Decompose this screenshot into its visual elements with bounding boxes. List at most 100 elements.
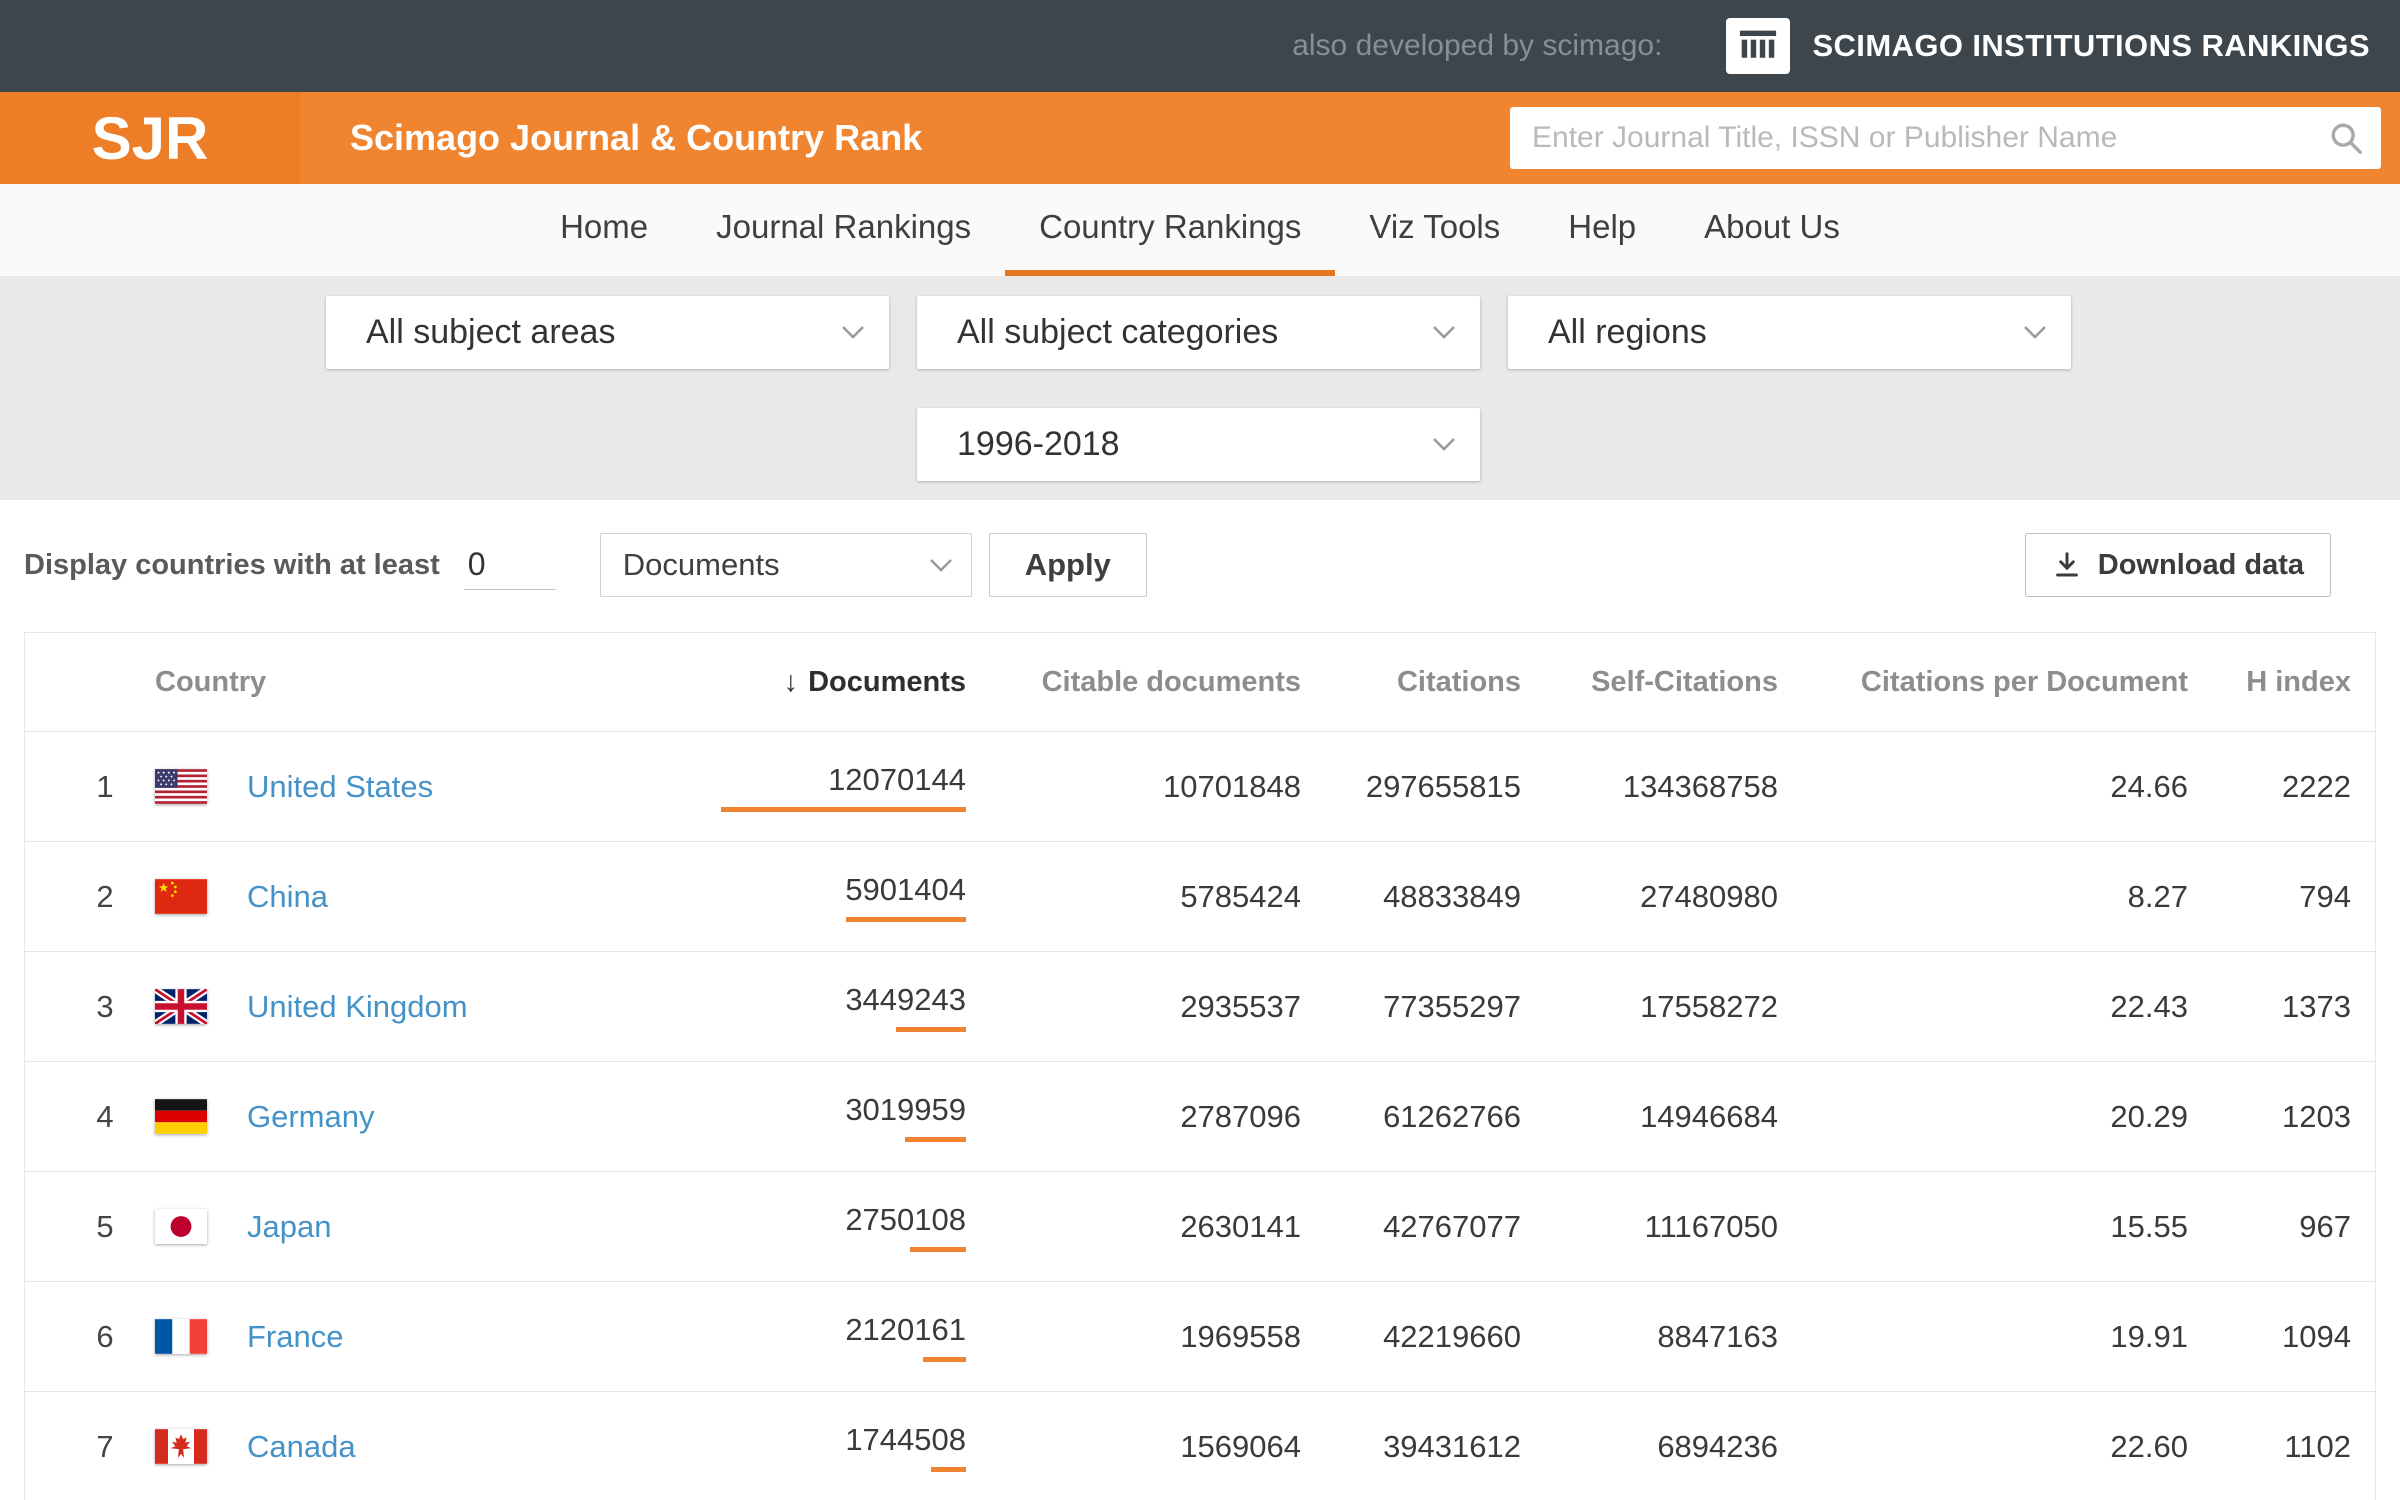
apply-button[interactable]: Apply (989, 533, 1147, 597)
column-header-citations[interactable]: Citations (1301, 666, 1521, 699)
citations-per-document-value: 8.27 (1778, 879, 2188, 915)
table-row: 1 United States 12070144 10701848 297655… (25, 732, 2375, 842)
regions-dropdown[interactable]: All regions (1508, 296, 2071, 369)
table-row: 2 China 5901404 5785424 48833849 2748098… (25, 842, 2375, 952)
country-link[interactable]: Canada (247, 1429, 356, 1464)
citations-per-document-value: 20.29 (1778, 1099, 2188, 1135)
citable-documents-value: 10701848 (966, 769, 1301, 805)
h-index-value: 1094 (2188, 1319, 2375, 1355)
documents-value: 5901404 (845, 872, 966, 908)
self-citations-value: 134368758 (1521, 769, 1778, 805)
country-link[interactable]: Germany (247, 1099, 374, 1134)
country-flag-icon (155, 1319, 247, 1354)
rank-cell: 7 (25, 1429, 155, 1465)
subject-categories-dropdown[interactable]: All subject categories (917, 296, 1480, 369)
table-row: 3 United Kingdom 3449243 2935537 7735529… (25, 952, 2375, 1062)
download-data-label: Download data (2098, 549, 2304, 582)
column-header-documents[interactable]: ↓ Documents (567, 666, 966, 699)
chevron-down-icon (1432, 437, 1456, 452)
rank-cell: 1 (25, 769, 155, 805)
country-flag-icon (155, 1209, 247, 1244)
country-link[interactable]: China (247, 879, 328, 914)
rank-cell: 4 (25, 1099, 155, 1135)
column-header-country[interactable]: Country (155, 666, 567, 699)
documents-bar (931, 1467, 966, 1472)
site-title: Scimago Journal & Country Rank (350, 117, 922, 159)
column-header-h-index[interactable]: H index (2188, 666, 2375, 699)
year-range-dropdown[interactable]: 1996-2018 (917, 408, 1480, 481)
citable-documents-value: 2787096 (966, 1099, 1301, 1135)
institution-columns-icon (1726, 18, 1790, 74)
rank-cell: 5 (25, 1209, 155, 1245)
rank-cell: 2 (25, 879, 155, 915)
h-index-value: 1203 (2188, 1099, 2375, 1135)
metric-select[interactable]: Documents (600, 533, 972, 597)
documents-value: 3019959 (845, 1092, 966, 1128)
documents-bar (721, 807, 966, 812)
sjr-logo[interactable]: SJR (0, 92, 300, 184)
country-rankings-table: Country ↓ Documents Citable documents Ci… (24, 632, 2376, 1500)
documents-value: 1744508 (845, 1422, 966, 1458)
column-header-citations-per-document[interactable]: Citations per Document (1778, 666, 2188, 699)
citations-per-document-value: 22.60 (1778, 1429, 2188, 1465)
h-index-value: 1102 (2188, 1429, 2375, 1465)
citable-documents-value: 1569064 (966, 1429, 1301, 1465)
column-header-citable-documents[interactable]: Citable documents (966, 666, 1301, 699)
display-countries-label: Display countries with at least (24, 549, 440, 582)
nav-about-us[interactable]: About Us (1670, 184, 1874, 276)
citations-value: 48833849 (1301, 879, 1521, 915)
citations-per-document-value: 24.66 (1778, 769, 2188, 805)
self-citations-value: 11167050 (1521, 1209, 1778, 1245)
table-row: 4 Germany 3019959 2787096 61262766 14946… (25, 1062, 2375, 1172)
download-icon (2052, 550, 2082, 580)
citations-per-document-value: 15.55 (1778, 1209, 2188, 1245)
documents-value: 2120161 (845, 1312, 966, 1348)
documents-bar (846, 917, 966, 922)
citations-value: 42219660 (1301, 1319, 1521, 1355)
citations-value: 39431612 (1301, 1429, 1521, 1465)
nav-country-rankings[interactable]: Country Rankings (1005, 184, 1335, 276)
table-header-row: Country ↓ Documents Citable documents Ci… (25, 633, 2375, 732)
citations-value: 297655815 (1301, 769, 1521, 805)
self-citations-value: 14946684 (1521, 1099, 1778, 1135)
country-flag-icon (155, 769, 247, 804)
table-row: 6 France 2120161 1969558 42219660 884716… (25, 1282, 2375, 1392)
nav-home[interactable]: Home (526, 184, 682, 276)
citable-documents-value: 2935537 (966, 989, 1301, 1025)
self-citations-value: 8847163 (1521, 1319, 1778, 1355)
country-flag-icon (155, 879, 247, 914)
h-index-value: 1373 (2188, 989, 2375, 1025)
subject-areas-dropdown[interactable]: All subject areas (326, 296, 889, 369)
download-data-button[interactable]: Download data (2025, 533, 2331, 597)
chevron-down-icon (841, 325, 865, 340)
h-index-value: 2222 (2188, 769, 2375, 805)
column-header-self-citations[interactable]: Self-Citations (1521, 666, 1778, 699)
chevron-down-icon (2023, 325, 2047, 340)
subject-categories-value: All subject categories (957, 313, 1278, 352)
citations-value: 77355297 (1301, 989, 1521, 1025)
journal-search-input[interactable] (1532, 121, 2329, 155)
country-link[interactable]: Japan (247, 1209, 331, 1244)
country-flag-icon (155, 1099, 247, 1134)
scimago-institutions-rankings-link[interactable]: SCIMAGO INSTITUTIONS RANKINGS (1718, 0, 2400, 92)
search-icon[interactable] (2329, 121, 2363, 155)
country-link[interactable]: United States (247, 769, 433, 804)
country-link[interactable]: United Kingdom (247, 989, 468, 1024)
also-developed-label: also developed by scimago: (1292, 29, 1662, 63)
chevron-down-icon (929, 558, 953, 573)
country-link[interactable]: France (247, 1319, 343, 1354)
self-citations-value: 27480980 (1521, 879, 1778, 915)
citable-documents-value: 5785424 (966, 879, 1301, 915)
documents-bar (905, 1137, 966, 1142)
rank-cell: 6 (25, 1319, 155, 1355)
citations-per-document-value: 22.43 (1778, 989, 2188, 1025)
documents-bar (910, 1247, 966, 1252)
min-value-input[interactable] (464, 540, 556, 590)
documents-value: 2750108 (845, 1202, 966, 1238)
nav-help[interactable]: Help (1534, 184, 1670, 276)
nav-journal-rankings[interactable]: Journal Rankings (682, 184, 1005, 276)
main-nav: Home Journal Rankings Country Rankings V… (0, 184, 2400, 276)
h-index-value: 794 (2188, 879, 2375, 915)
nav-viz-tools[interactable]: Viz Tools (1335, 184, 1534, 276)
journal-search-box (1510, 107, 2381, 169)
